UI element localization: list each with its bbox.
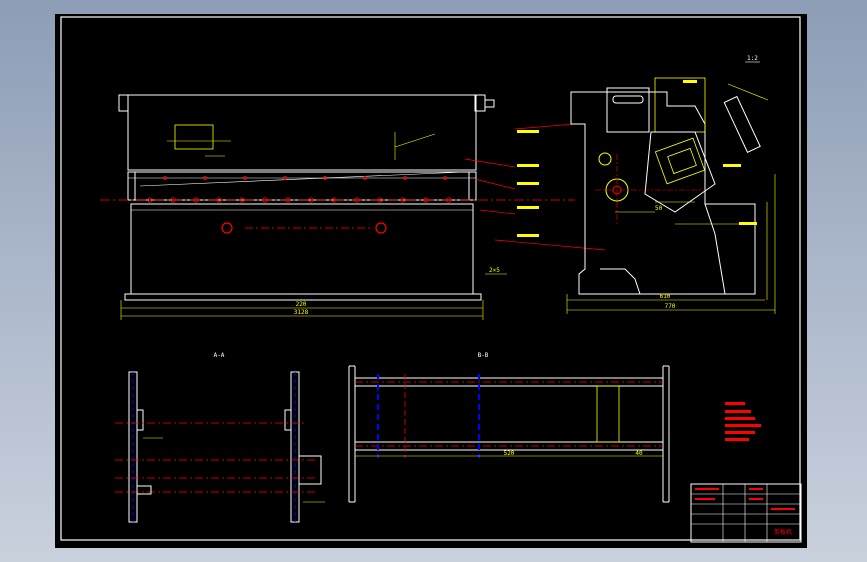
- side-callout-tags: [683, 80, 757, 225]
- callout-right: 2×5: [489, 267, 500, 274]
- back-gauge-arm: [723, 95, 761, 153]
- drawing-sheet[interactable]: 220 3128 2×5 610 770 50 1:2 A-A B-B 520 …: [55, 14, 807, 548]
- side-frame-outline: [570, 91, 756, 295]
- detail-window: [174, 124, 214, 150]
- pivot-hole-right: [375, 222, 387, 234]
- left-cylinder-cap: [118, 94, 129, 112]
- leader-lines: [464, 123, 606, 251]
- pivot-hole-left: [221, 222, 233, 234]
- dim-width-outer: 3128: [294, 309, 309, 316]
- front-view: 220 3128 2×5: [100, 94, 606, 320]
- dim-b-right: 40: [635, 450, 643, 457]
- blade-assembly: [654, 137, 706, 185]
- side-view-scale: 1:2: [747, 55, 758, 62]
- dim-base-a: 610: [660, 293, 671, 300]
- detail-b-title: B-B: [478, 352, 489, 359]
- bolt-row: [147, 175, 452, 203]
- side-view: 610 770 50 1:2: [566, 55, 776, 314]
- detail-a-title: A-A: [214, 352, 225, 359]
- side-upper-block: [606, 87, 650, 133]
- dim-mid: 50: [655, 205, 663, 212]
- title-block-label: 剪板机: [774, 528, 792, 536]
- blade-holder: [127, 171, 477, 201]
- title-block: 剪板机: [690, 483, 802, 543]
- base-plate: [124, 293, 482, 301]
- drawing-canvas: 220 3128 2×5 610 770 50 1:2 A-A B-B 520 …: [60, 16, 802, 543]
- dim-base-b: 770: [665, 303, 676, 310]
- dim-b-bottom: 520: [504, 450, 515, 457]
- frame-body: [130, 203, 474, 295]
- dim-width-inner: 220: [296, 301, 307, 308]
- technical-notes: [725, 402, 761, 441]
- cad-viewport[interactable]: 220 3128 2×5 610 770 50 1:2 A-A B-B 520 …: [0, 0, 867, 562]
- upper-beam: [127, 94, 477, 171]
- detail-view-a: A-A: [115, 352, 325, 523]
- detail-view-b: B-B 520 40: [348, 352, 670, 503]
- leader-tags: [517, 130, 539, 237]
